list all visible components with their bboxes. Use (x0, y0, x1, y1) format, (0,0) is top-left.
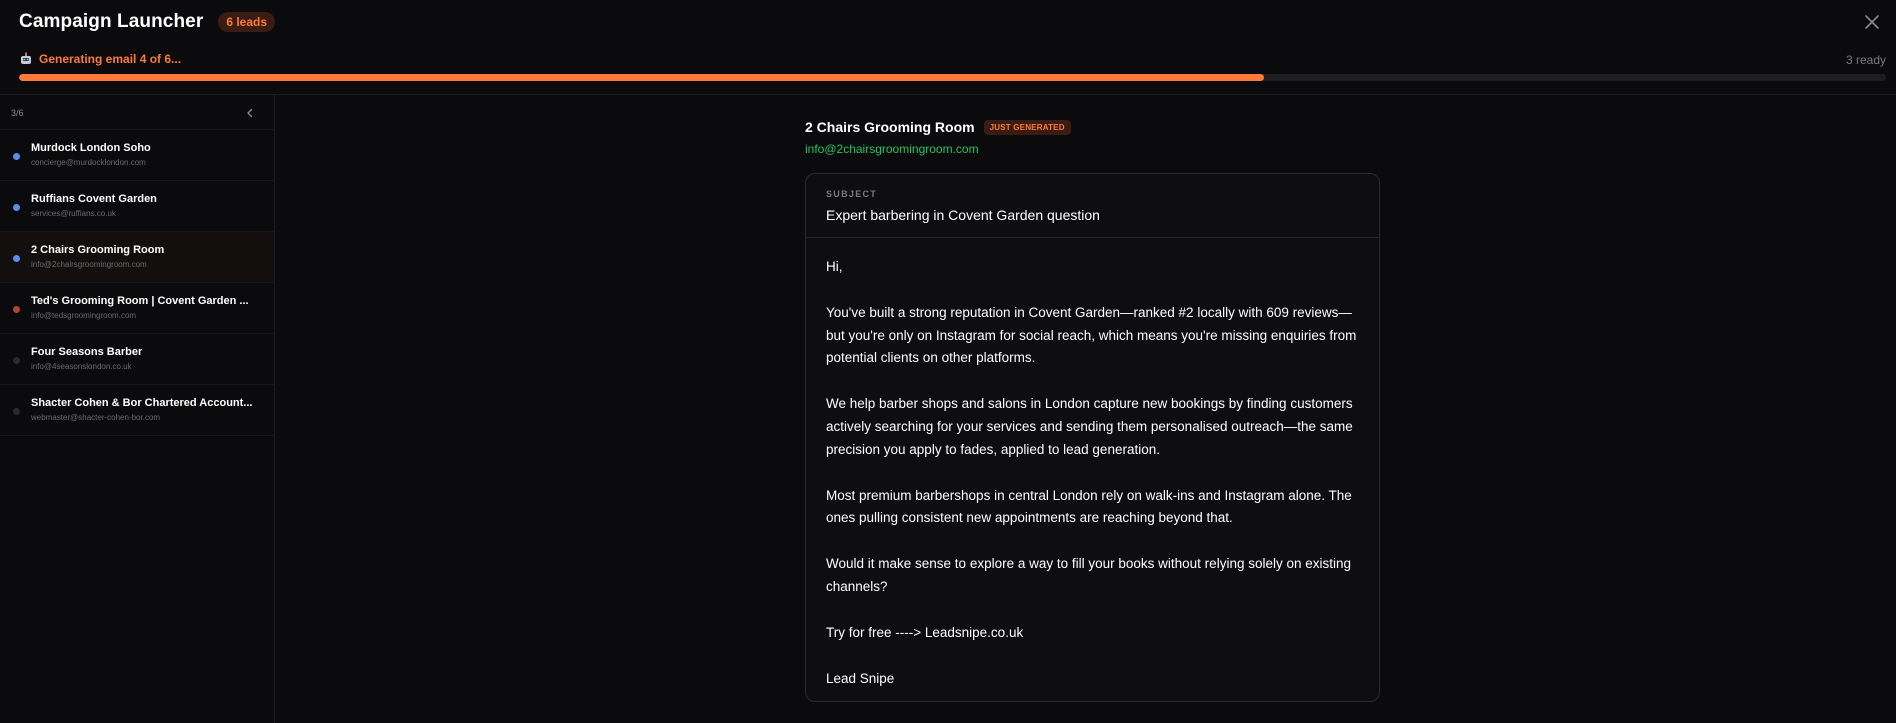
email-paragraph: Try for free ----> Leadsnipe.co.uk (826, 624, 1024, 640)
company-name: 2 Chairs Grooming Room (805, 119, 975, 135)
status-dot (13, 255, 20, 262)
progress-bar (19, 74, 1886, 81)
collapse-sidebar-button[interactable] (244, 106, 256, 118)
status-dot (13, 306, 20, 313)
status-text: Generating email 4 of 6... (39, 52, 182, 66)
email-signature: Lead Snipe (826, 670, 895, 686)
lead-item-2-chairs-grooming-room[interactable]: 2 Chairs Grooming Room info@2chairsgroom… (0, 232, 274, 283)
email-paragraph: Most premium barbershops in central Lond… (826, 487, 1352, 526)
chevron-left-icon (247, 108, 253, 118)
status-dot (13, 357, 20, 364)
lead-item-murdock-london-soho[interactable]: Murdock London Soho concierge@murdocklon… (0, 130, 274, 181)
close-button[interactable] (1862, 12, 1882, 32)
campaign-launcher-window: Campaign Launcher 6 leads Generating ema… (0, 0, 1896, 723)
email-paragraph: You've built a strong reputation in Cove… (826, 304, 1357, 366)
lead-name: Murdock London Soho (31, 142, 151, 154)
status-dot (13, 204, 20, 211)
subject-label: SUBJECT (826, 189, 878, 199)
status-dot (13, 153, 20, 160)
sidebar-header: 3/6 (0, 95, 274, 130)
status-dot (13, 408, 20, 415)
email-paragraph: Would it make sense to explore a way to … (826, 556, 1352, 594)
lead-email: info@tedsgroomingroom.com (31, 311, 137, 320)
lead-email: webmaster@shacter-cohen-bor.com (31, 413, 161, 422)
lead-item-ruffians-covent-garden[interactable]: Ruffians Covent Garden services@ruffians… (0, 181, 274, 232)
close-icon (1865, 15, 1879, 29)
lead-name: 2 Chairs Grooming Room (31, 244, 165, 256)
company-email: info@2chairsgroomingroom.com (805, 142, 979, 156)
lead-email: info@4seasonslondon.co.uk (31, 362, 132, 371)
lead-progress-count: 3/6 (11, 108, 24, 118)
subject-section: SUBJECT Expert barbering in Covent Garde… (806, 174, 1379, 238)
email-body[interactable]: Hi, You've built a strong reputation in … (806, 238, 1379, 690)
lead-email: info@2chairsgroomingroom.com (31, 260, 147, 269)
lead-name: Ruffians Covent Garden (31, 193, 157, 205)
subject-text[interactable]: Expert barbering in Covent Garden questi… (826, 207, 1100, 223)
generation-status: Generating email 4 of 6... (19, 52, 181, 66)
lead-name: Ted's Grooming Room | Covent Garden ... (31, 295, 249, 307)
lead-email: services@ruffians.co.uk (31, 209, 116, 218)
lead-item-four-seasons-barber[interactable]: Four Seasons Barber info@4seasonslondon.… (0, 334, 274, 385)
robot-icon (21, 52, 31, 64)
title-row: Campaign Launcher 6 leads (19, 11, 276, 33)
lead-name: Four Seasons Barber (31, 346, 143, 358)
leads-count-badge: 6 leads (218, 12, 276, 32)
app-title: Campaign Launcher (19, 11, 204, 32)
email-paragraph: We help barber shops and salons in Londo… (826, 396, 1353, 457)
header: Campaign Launcher 6 leads Generating ema… (0, 0, 1896, 95)
lead-name: Shacter Cohen & Bor Chartered Account... (31, 397, 253, 409)
lead-sidebar: 3/6 Murdock London Soho concierge@murdoc… (0, 95, 275, 723)
just-generated-badge: JUST GENERATED (983, 119, 1071, 135)
email-card: SUBJECT Expert barbering in Covent Garde… (805, 173, 1380, 702)
lead-item-teds-grooming-room[interactable]: Ted's Grooming Room | Covent Garden ... … (0, 283, 274, 334)
lead-item-shacter-cohen-bor[interactable]: Shacter Cohen & Bor Chartered Account...… (0, 385, 274, 436)
company-header: 2 Chairs Grooming Room JUST GENERATED (805, 119, 1071, 135)
email-paragraph: Hi, (826, 259, 843, 274)
email-preview-panel: 2 Chairs Grooming Room JUST GENERATED in… (276, 95, 1896, 723)
progress-fill (19, 74, 1265, 81)
ready-count: 3 ready (1845, 53, 1886, 67)
lead-email: concierge@murdocklondon.com (31, 158, 146, 167)
